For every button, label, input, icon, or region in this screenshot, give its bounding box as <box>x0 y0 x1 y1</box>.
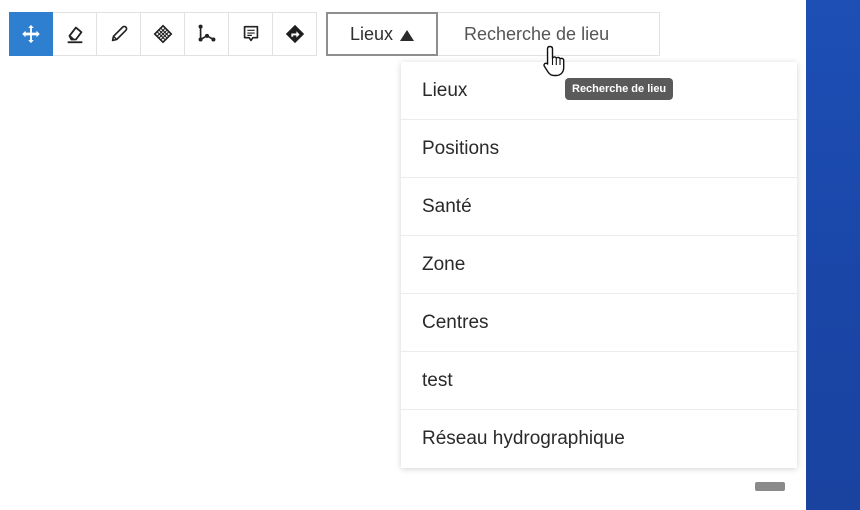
resize-handle[interactable] <box>755 482 785 491</box>
places-dropdown-menu: Lieux Positions Santé Zone Centres test … <box>401 62 797 468</box>
eraser-icon <box>67 26 82 44</box>
places-dropdown-button[interactable]: Lieux <box>326 12 438 56</box>
dropdown-item-positions[interactable]: Positions <box>401 120 797 178</box>
area-tool-button[interactable] <box>141 12 185 56</box>
measure-line-icon <box>198 24 215 42</box>
dropdown-item-test[interactable]: test <box>401 352 797 410</box>
move-tool-button[interactable] <box>9 12 53 56</box>
dropdown-item-sante[interactable]: Santé <box>401 178 797 236</box>
places-dropdown-label: Lieux <box>349 23 394 44</box>
directions-tool-button[interactable] <box>273 12 317 56</box>
dropdown-item-centres[interactable]: Centres <box>401 294 797 352</box>
draw-tool-button[interactable] <box>97 12 141 56</box>
dropdown-item-reseau-hydrographique[interactable]: Réseau hydrographique <box>401 410 797 468</box>
map-side-panel <box>806 0 860 510</box>
move-pan-icon <box>22 24 40 44</box>
comment-icon <box>243 25 258 42</box>
pencil-icon <box>111 25 127 42</box>
directions-icon <box>285 24 304 44</box>
area-hatch-icon <box>153 24 172 44</box>
eraser-tool-button[interactable] <box>53 12 97 56</box>
measure-tool-button[interactable] <box>185 12 229 56</box>
search-tooltip: Recherche de lieu <box>565 78 674 100</box>
comment-tool-button[interactable] <box>229 12 273 56</box>
hand-pointer-cursor-icon <box>543 45 565 77</box>
caret-up-icon <box>400 29 415 41</box>
dropdown-item-zone[interactable]: Zone <box>401 236 797 294</box>
